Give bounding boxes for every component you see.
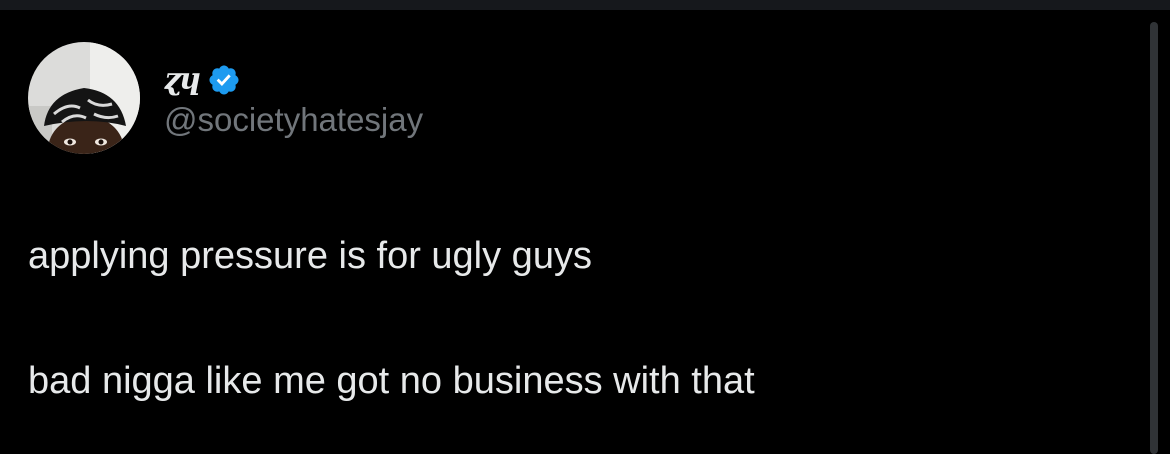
tweet-header: ɀɥ @societyhatesjay xyxy=(28,42,1128,154)
scrollbar[interactable] xyxy=(1150,22,1158,454)
display-name[interactable]: ɀɥ xyxy=(164,60,201,100)
tweet-text-line-2: bad nigga like me got no business with t… xyxy=(28,360,755,402)
user-handle[interactable]: @societyhatesjay xyxy=(164,100,423,140)
display-name-row: ɀɥ xyxy=(164,60,423,100)
tweet-text-line-1: applying pressure is for ugly guys xyxy=(28,235,592,277)
user-names: ɀɥ @societyhatesjay xyxy=(164,60,423,140)
top-bar xyxy=(0,0,1170,10)
avatar[interactable] xyxy=(28,42,140,154)
tweet[interactable]: ɀɥ @societyhatesjay applying pressure is… xyxy=(28,42,1128,402)
verified-badge-icon xyxy=(209,65,239,95)
